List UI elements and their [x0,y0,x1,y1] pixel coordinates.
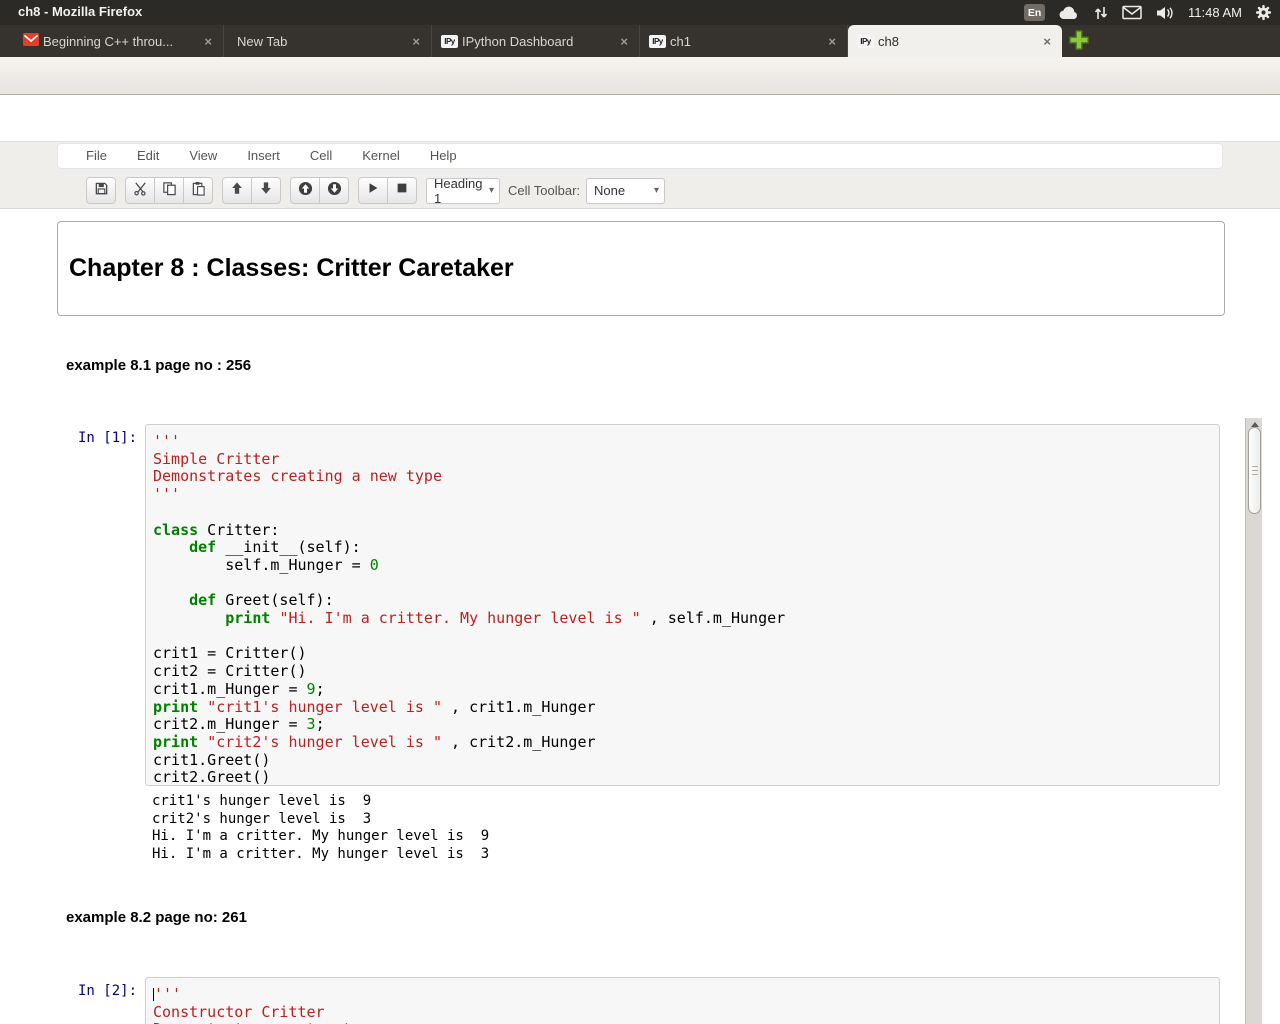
chapter-title: Chapter 8 : Classes: Critter Caretaker [69,254,514,283]
chevron-down-icon: ▾ [483,185,494,196]
menu-cell[interactable]: Cell [295,144,347,168]
floppy-icon [94,181,109,201]
new-tab-button[interactable] [1068,29,1090,57]
nav-toolbar: 127.0.0.1:8889/db0c723d-241e-4bbf-a7d2-6… [0,57,1280,95]
cell-toolbar-label: Cell Toolbar: [508,183,580,198]
tab-ipython-dashboard[interactable]: IPy IPython Dashboard × [432,25,640,57]
move-cell-up-button[interactable] [222,177,252,204]
code-input-area[interactable]: '''Constructor CritterDemonstrates const… [145,977,1220,1024]
tab-close-button[interactable]: × [826,34,838,49]
save-button[interactable] [86,177,116,204]
tab-close-button[interactable]: × [618,34,630,49]
menu-toolbar-band: File Edit View Insert Cell Kernel Help [0,141,1280,209]
clipboard-paste-icon [191,181,206,201]
menu-help[interactable]: Help [415,144,472,168]
tab-new-tab[interactable]: New Tab × [224,25,432,57]
output-area: crit1's hunger level is 9crit2's hunger … [152,793,489,864]
cloud-icon[interactable] [1058,5,1080,21]
top-panel: ch8 - Mozilla Firefox En 11:48 AM [0,0,1280,25]
circle-arrow-down-icon [327,181,342,201]
interrupt-kernel-button[interactable] [387,177,417,204]
window-title: ch8 - Mozilla Firefox [18,4,142,19]
example-1-heading[interactable]: example 8.1 page no : 256 [66,357,251,374]
mail-icon[interactable] [1122,5,1142,20]
arrow-down-icon [259,181,273,200]
tab-label: Beginning C++ throu... [43,34,198,49]
scrollbar-thumb[interactable] [1248,427,1261,514]
ipython-favicon-icon: IPy [441,35,458,48]
scissors-icon [133,181,148,201]
stop-icon [395,181,409,200]
notebook-header: IP[y]: Notebook ch8 (autosaved) [0,95,1280,141]
gmail-favicon-icon [23,33,39,49]
keyboard-indicator[interactable]: En [1024,4,1045,21]
menu-kernel[interactable]: Kernel [347,144,415,168]
menu-view[interactable]: View [174,144,232,168]
tab-close-button[interactable]: × [410,34,422,49]
code-input-area[interactable]: '''Simple CritterDemonstrates creating a… [145,424,1220,786]
menu-edit[interactable]: Edit [122,144,174,168]
move-cell-down-button[interactable] [251,177,281,204]
example-2-heading[interactable]: example 8.2 page no: 261 [66,909,247,926]
tab-label: ch1 [670,34,822,49]
tab-ch1[interactable]: IPy ch1 × [640,25,848,57]
tab-close-button[interactable]: × [202,34,214,49]
menubar: File Edit View Insert Cell Kernel Help [57,143,1223,169]
paste-cell-button[interactable] [183,177,213,204]
menu-file[interactable]: File [71,144,122,168]
tab-close-button[interactable]: × [1041,34,1053,49]
cell-type-select[interactable]: Heading 1▾ [426,178,500,204]
chevron-down-icon: ▾ [648,185,659,196]
clock[interactable]: 11:48 AM [1188,5,1242,20]
run-cell-button[interactable] [358,177,388,204]
circle-arrow-up-icon [298,181,313,201]
heading-cell-selected[interactable]: Chapter 8 : Classes: Critter Caretaker [57,221,1225,316]
insert-cell-below-button[interactable] [319,177,349,204]
gear-icon[interactable] [1255,4,1272,21]
volume-icon[interactable] [1155,5,1175,21]
sync-arrows-icon[interactable] [1093,5,1109,21]
insert-cell-above-button[interactable] [290,177,320,204]
ipython-favicon-icon: IPy [857,35,874,48]
menu-insert[interactable]: Insert [232,144,295,168]
tab-bar: Beginning C++ throu... × New Tab × IPy I… [0,25,1280,57]
copy-icon [162,181,177,201]
cell-toolbar-select[interactable]: None▾ [586,178,665,204]
tab-label: New Tab [237,34,406,49]
notebook-content: Chapter 8 : Classes: Critter Caretaker e… [0,209,1280,1024]
tab-label: ch8 [878,34,1037,49]
scrollbar-track[interactable] [1245,418,1262,1024]
tab-ch8-active[interactable]: IPy ch8 × [848,25,1062,57]
tab-label: IPython Dashboard [462,34,614,49]
copy-cell-button[interactable] [154,177,184,204]
input-prompt: In [2]: [78,983,137,999]
ipython-favicon-icon: IPy [649,35,666,48]
screen: ch8 - Mozilla Firefox En 11:48 AM [0,0,1280,1024]
input-prompt: In [1]: [78,430,137,446]
cut-cell-button[interactable] [125,177,155,204]
tab-beginning-cpp[interactable]: Beginning C++ throu... × [14,25,224,57]
arrow-up-icon [230,181,244,200]
notebook-toolbar: Heading 1▾ Cell Toolbar: None▾ [86,177,665,204]
play-icon [366,181,380,200]
